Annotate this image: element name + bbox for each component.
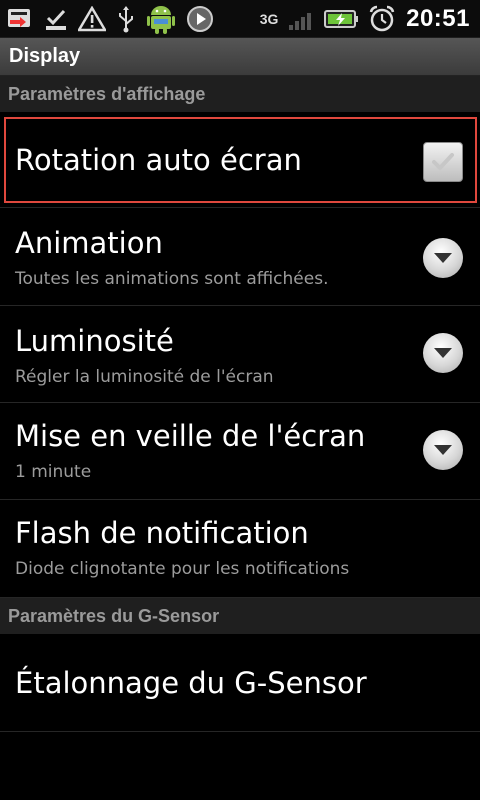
media-play-icon <box>186 5 214 33</box>
alarm-clock-icon <box>368 5 396 33</box>
status-clock: 20:51 <box>406 5 470 32</box>
setting-animation-summary: Toutes les animations sont affichées. <box>15 269 329 289</box>
section-header-gsensor: Paramètres du G-Sensor <box>0 598 480 634</box>
battery-charging-icon <box>324 8 360 30</box>
title-bar: Display <box>0 38 480 76</box>
sleep-dropdown[interactable] <box>423 430 463 470</box>
setting-brightness[interactable]: Luminosité Régler la luminosité de l'écr… <box>0 306 480 403</box>
network-type-label: 3G <box>259 11 279 27</box>
setting-sleep[interactable]: Mise en veille de l'écran 1 minute <box>0 403 480 500</box>
setting-animation[interactable]: Animation Toutes les animations sont aff… <box>0 208 480 306</box>
warning-icon <box>78 6 106 32</box>
download-complete-icon <box>44 6 68 32</box>
android-icon <box>146 2 176 36</box>
setting-animation-title: Animation <box>15 226 163 260</box>
setting-notification-flash-title: Flash de notification <box>15 516 309 550</box>
setting-brightness-summary: Régler la luminosité de l'écran <box>15 367 274 387</box>
usb-transfer-icon <box>6 6 34 32</box>
brightness-dropdown[interactable] <box>423 333 463 373</box>
dropdown-arrow-icon <box>434 348 452 358</box>
setting-notification-flash[interactable]: Flash de notification Diode clignotante … <box>0 500 480 598</box>
notification-icons <box>6 2 214 36</box>
3g-data-icon: 3G <box>258 11 280 27</box>
system-icons: 3G 20:51 <box>258 2 470 36</box>
setting-brightness-title: Luminosité <box>15 324 174 358</box>
setting-gsensor-calibration-title: Étalonnage du G-Sensor <box>15 666 367 700</box>
selected-row-highlight <box>4 117 477 203</box>
page-title: Display <box>9 45 81 67</box>
setting-gsensor-calibration[interactable]: Étalonnage du G-Sensor <box>0 634 480 732</box>
setting-notification-flash-summary: Diode clignotante pour les notifications <box>15 559 350 579</box>
animation-dropdown[interactable] <box>423 238 463 278</box>
status-bar: 3G 20:51 <box>0 0 480 38</box>
setting-sleep-title: Mise en veille de l'écran <box>15 419 366 453</box>
signal-bars-icon <box>288 7 316 31</box>
section-header-display: Paramètres d'affichage <box>0 76 480 112</box>
setting-sleep-summary: 1 minute <box>15 462 92 482</box>
dropdown-arrow-icon <box>434 253 452 263</box>
usb-icon <box>116 5 136 33</box>
dropdown-arrow-icon <box>434 445 452 455</box>
